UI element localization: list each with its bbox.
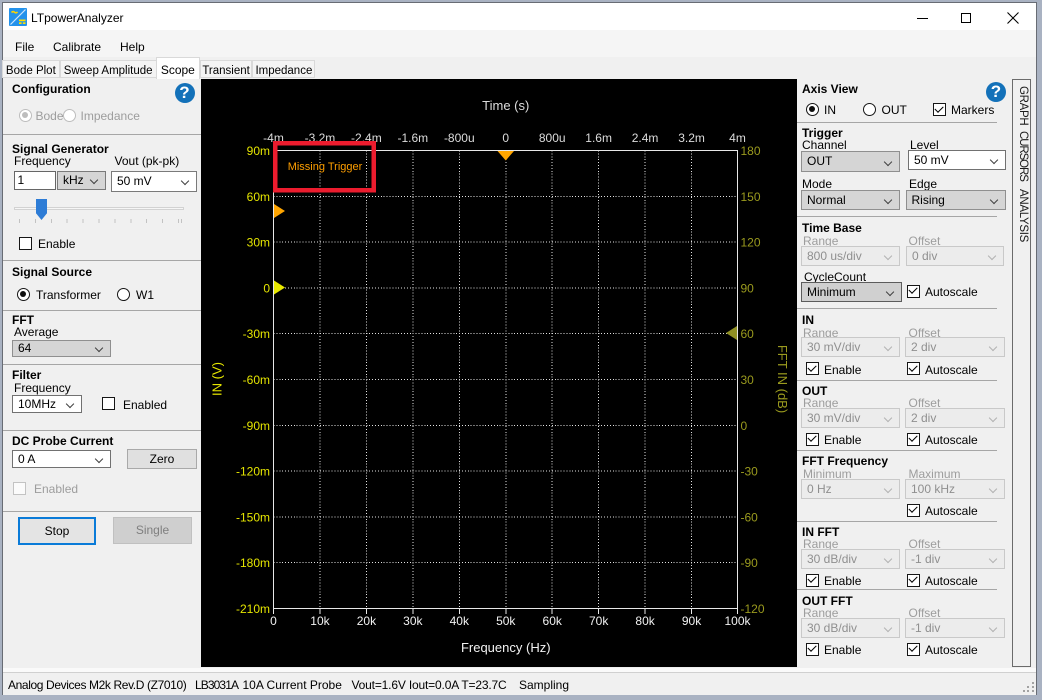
- svg-text:2.4m: 2.4m: [632, 131, 659, 145]
- svg-text:80k: 80k: [635, 614, 655, 628]
- svg-text:3.2m: 3.2m: [678, 131, 705, 145]
- svg-text:0: 0: [741, 419, 748, 433]
- svg-text:Frequency (Hz): Frequency (Hz): [461, 640, 551, 655]
- svg-text:60k: 60k: [543, 614, 563, 628]
- svg-text:Time (s): Time (s): [482, 98, 529, 113]
- svg-text:180: 180: [741, 144, 761, 158]
- svg-text:90m: 90m: [247, 144, 270, 158]
- svg-text:Missing Trigger: Missing Trigger: [288, 161, 363, 173]
- svg-text:120: 120: [741, 236, 761, 250]
- svg-text:-180m: -180m: [236, 556, 270, 570]
- svg-text:70k: 70k: [589, 614, 609, 628]
- svg-text:150: 150: [741, 190, 761, 204]
- svg-text:-90: -90: [741, 556, 759, 570]
- svg-text:40k: 40k: [450, 614, 470, 628]
- svg-text:-90m: -90m: [243, 419, 270, 433]
- svg-text:-1.6m: -1.6m: [398, 131, 429, 145]
- svg-text:-150m: -150m: [236, 510, 270, 524]
- svg-text:0: 0: [270, 614, 277, 628]
- svg-text:-60: -60: [741, 510, 759, 524]
- svg-text:60m: 60m: [247, 190, 270, 204]
- svg-text:30k: 30k: [403, 614, 423, 628]
- svg-text:FFT IN (dB): FFT IN (dB): [775, 345, 790, 413]
- svg-text:30m: 30m: [247, 236, 270, 250]
- svg-text:60: 60: [741, 327, 755, 341]
- svg-text:-30: -30: [741, 465, 759, 479]
- svg-text:-120: -120: [741, 602, 765, 616]
- svg-text:-210m: -210m: [236, 602, 270, 616]
- svg-text:IN (V): IN (V): [210, 362, 225, 396]
- svg-text:-30m: -30m: [243, 327, 270, 341]
- svg-text:90k: 90k: [682, 614, 702, 628]
- svg-text:4m: 4m: [729, 131, 746, 145]
- svg-text:10k: 10k: [310, 614, 330, 628]
- svg-text:800u: 800u: [539, 131, 566, 145]
- svg-text:-60m: -60m: [243, 373, 270, 387]
- svg-text:20k: 20k: [357, 614, 377, 628]
- svg-text:-800u: -800u: [444, 131, 475, 145]
- svg-text:100k: 100k: [724, 614, 751, 628]
- svg-text:50k: 50k: [496, 614, 516, 628]
- svg-text:0: 0: [263, 281, 270, 295]
- svg-text:90: 90: [741, 281, 755, 295]
- svg-text:0: 0: [502, 131, 509, 145]
- svg-text:1.6m: 1.6m: [585, 131, 612, 145]
- svg-text:30: 30: [741, 373, 755, 387]
- svg-text:-120m: -120m: [236, 465, 270, 479]
